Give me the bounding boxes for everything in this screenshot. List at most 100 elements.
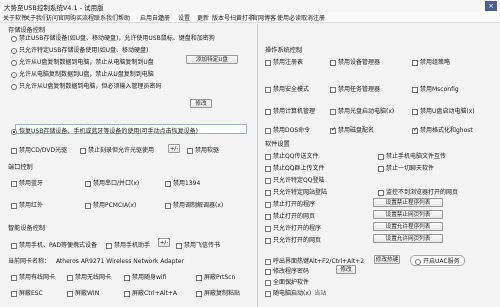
port-option[interactable]: 禁用1394: [165, 178, 200, 187]
sw-option-right[interactable]: 监控不到浏览器打开的网页: [378, 187, 458, 196]
menu-item[interactable]: 官网博客: [252, 13, 276, 22]
menu-item[interactable]: 访问官网: [46, 13, 70, 22]
checkbox[interactable]: [265, 86, 271, 93]
os-option[interactable]: 禁用Msconfig: [412, 84, 459, 93]
fullscreen-row[interactable]: 全面保护软件: [265, 277, 309, 286]
storage-option[interactable]: 只允许从U盘复制数据到电脑，但必须输入管理员密码: [11, 81, 161, 90]
checkbox[interactable]: [187, 147, 193, 154]
checkbox[interactable]: [11, 180, 17, 187]
floppy-row[interactable]: 禁用软驱: [187, 145, 219, 154]
os-option[interactable]: 禁用光盘启动电脑(x): [330, 106, 394, 115]
checkbox[interactable]: [165, 180, 171, 187]
checkbox[interactable]: [11, 242, 17, 249]
checkbox[interactable]: [265, 279, 271, 286]
menu-item[interactable]: 购买流程: [70, 13, 94, 22]
checkbox[interactable]: [412, 108, 418, 115]
storage-option[interactable]: 允许从电脑复制数据到U盘，禁止从U盘复制到电脑: [11, 69, 154, 78]
menu-item[interactable]: 设置: [178, 13, 190, 22]
checkbox[interactable]: [124, 274, 130, 281]
checkbox[interactable]: [265, 108, 271, 115]
sw-list-button[interactable]: 设置禁止网页列表: [373, 210, 443, 219]
checkbox[interactable]: [176, 242, 182, 249]
port-option[interactable]: 禁用红外: [11, 200, 43, 209]
os-option[interactable]: 禁用U盘启动电脑(x): [412, 106, 475, 115]
checkbox[interactable]: [378, 165, 384, 172]
sw-option[interactable]: 禁止打开的网页: [265, 211, 315, 220]
autostart-row[interactable]: 随电脑启动(x) 当站: [265, 288, 326, 297]
menu-item[interactable]: 联系我们: [94, 13, 118, 22]
checkbox[interactable]: [378, 189, 384, 196]
os-option[interactable]: 禁用任务管理器: [330, 84, 380, 93]
radio-button[interactable]: [11, 35, 17, 42]
checkbox[interactable]: [265, 201, 271, 208]
storage-option[interactable]: 恢复USB存储设备、手机或蓝牙等设备的使用(可手动点击恢复设备): [11, 126, 198, 135]
checkbox[interactable]: [265, 213, 271, 220]
sw-list-button[interactable]: 设置允许网页列表: [373, 234, 443, 243]
pwd-modify-button[interactable]: 修改: [336, 265, 356, 274]
sw-option[interactable]: 禁止QQ传送文件: [265, 151, 318, 160]
radio-button[interactable]: [11, 59, 17, 66]
checkbox[interactable]: [265, 177, 271, 184]
checkbox[interactable]: [412, 126, 418, 134]
os-option[interactable]: 禁用磁盘配名: [330, 125, 374, 134]
checkbox[interactable]: [11, 147, 17, 154]
misc-option[interactable]: 屏蔽WIN: [67, 288, 99, 297]
checkbox[interactable]: [265, 127, 271, 134]
checkbox[interactable]: [378, 153, 384, 160]
plusminus-button[interactable]: +/-: [168, 144, 180, 153]
checkbox[interactable]: [124, 290, 130, 297]
checkbox[interactable]: [11, 290, 17, 297]
sw-option[interactable]: 只允许特定网站登陆: [265, 187, 327, 196]
cd-row[interactable]: 禁用CD/DVD光驱: [11, 145, 67, 154]
checkbox[interactable]: [85, 180, 91, 187]
sw-option[interactable]: 禁止打开的程序: [265, 199, 315, 208]
storage-option[interactable]: 允许从U盘复制数据到电脑，禁止从电脑复制到U盘: [11, 57, 154, 66]
checkbox[interactable]: [265, 237, 271, 244]
sw-option[interactable]: 只允许特定QQ登陆: [265, 175, 324, 184]
menu-item[interactable]: 取消注册: [301, 13, 325, 22]
misc-option[interactable]: 禁用有线网卡: [11, 272, 55, 281]
radio-button[interactable]: [11, 83, 17, 90]
checkbox[interactable]: [330, 126, 336, 134]
checkbox[interactable]: [196, 274, 202, 281]
checkbox[interactable]: [265, 165, 271, 172]
checkbox[interactable]: [67, 290, 73, 297]
os-option[interactable]: 禁用组策略: [412, 57, 450, 66]
hotkey-button[interactable]: 修改热键: [374, 255, 400, 264]
os-option[interactable]: 禁用DOS命令: [265, 125, 310, 134]
smart-option[interactable]: 禁用手机、PAD等便携式设备: [11, 240, 97, 249]
port-option[interactable]: 禁用串口/并口(x): [85, 178, 139, 187]
sw-option-right[interactable]: 禁止手机电脑文件互传: [378, 151, 446, 160]
close-icon[interactable]: ×: [485, 1, 497, 11]
misc-option[interactable]: 屏蔽PrtScn: [196, 272, 235, 281]
menu-item[interactable]: 注册: [158, 13, 170, 22]
checkbox[interactable]: [11, 274, 17, 281]
checkbox[interactable]: [165, 202, 171, 209]
os-option[interactable]: 禁用安全模式: [265, 84, 309, 93]
menu-item[interactable]: 更新: [197, 13, 209, 22]
misc-option[interactable]: 屏蔽ESC: [11, 288, 43, 297]
menu-item[interactable]: 关于我们: [24, 13, 48, 22]
sw-option[interactable]: 只允许打开的网页: [265, 235, 321, 244]
radio-button[interactable]: [11, 47, 17, 54]
checkbox[interactable]: [265, 59, 271, 66]
checkbox[interactable]: [412, 59, 418, 66]
checkbox[interactable]: [265, 268, 271, 275]
checkbox[interactable]: [67, 274, 73, 281]
port-option[interactable]: 禁用蓝牙: [11, 178, 43, 187]
checkbox[interactable]: [85, 202, 91, 209]
checkbox[interactable]: [265, 189, 271, 196]
radio-button[interactable]: [11, 71, 17, 78]
misc-option[interactable]: 禁用无线网卡: [67, 272, 111, 281]
checkbox[interactable]: [196, 290, 202, 297]
radio-button[interactable]: [11, 128, 17, 135]
checkbox[interactable]: [11, 202, 17, 209]
sw-option-right[interactable]: 禁止一切聊天软件: [378, 163, 434, 172]
menu-item[interactable]: 使用必读: [277, 13, 301, 22]
os-option[interactable]: 禁用格式化和ghost: [412, 125, 473, 134]
sw-option[interactable]: 只允许打开的程序: [265, 223, 321, 232]
add-udisk-button[interactable]: 添加特定U盘: [186, 55, 238, 64]
sw-option[interactable]: 禁止QQ群上传文件: [265, 163, 324, 172]
port-option[interactable]: 禁用PCMCIA(x): [85, 200, 136, 209]
checkbox[interactable]: [330, 59, 336, 66]
